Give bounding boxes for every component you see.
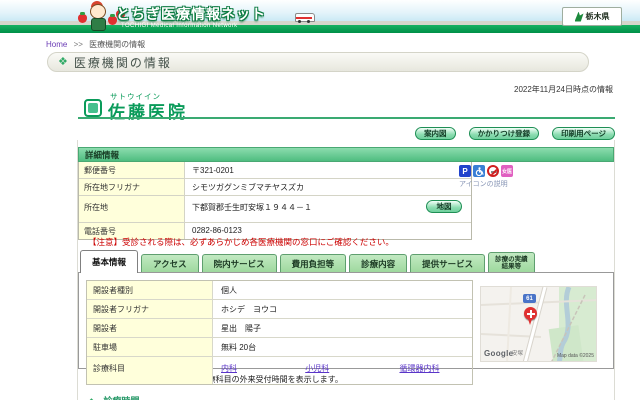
table-row: 所在地 下都賀郡壬生町安塚１９４４－１ 地図 [79,195,471,222]
breadcrumb-current: 医療機関の情報 [89,40,146,49]
row-label: 開設者種別 [87,281,213,299]
mascot-face [90,4,106,19]
tab-costs[interactable]: 費用負担等 [279,254,347,273]
pref-bird-icon [574,11,584,22]
map-place-label: 安塚 [512,351,524,357]
mascot-body [91,18,106,31]
info-date: 2022年11月24日時点の情報 [514,85,613,94]
tochigi-pref-logo[interactable]: 栃木県 [562,7,622,26]
site-banner: とちぎ医療情報ネット TOCHIGI Medical Information N… [0,0,640,33]
row-value: 星出 陽子 [221,324,261,333]
notice-text: 【注意】受診される際は、必ずあらかじめ各医療機関の窓口にご確認ください。 [88,237,394,247]
action-buttons: 案内図 かかりつけ登録 印刷用ページ [78,127,615,141]
family-doctor-register-button[interactable]: かかりつけ登録 [468,127,540,140]
row-value: 無料 20台 [221,343,257,352]
female-doctor-icon: 女医 [501,165,513,177]
clinic-bullet-icon [84,99,102,117]
tab-in-hospital-services[interactable]: 院内サービス [201,254,277,273]
divider [78,117,615,119]
table-row: 郵便番号 〒321-0201 [79,162,471,178]
table-row: 駐車場 無料 20台 [87,337,472,356]
ambulance-icon [295,13,315,23]
row-label: 開設者フリガナ [87,300,213,318]
row-value: 下都賀郡壬生町安塚１９４４－１ 地図 [185,196,471,222]
table-row: 所在地フリガナ シモツガグンミブマチヤスズカ [79,178,471,195]
diamond-icon: ◆ [88,396,95,400]
page-title: 医療機関の情報 [73,55,172,70]
route-shield: 61 [523,294,536,303]
detail-table: 郵便番号 〒321-0201 所在地フリガナ シモツガグンミブマチヤスズカ 所在… [78,162,472,240]
table-row: 診療科目 内科 小児科 循環器内科 [87,356,472,384]
breadcrumb: Home >> 医療機関の情報 [46,39,145,50]
tab-medical-content[interactable]: 診療内容 [349,254,408,273]
department-link-cardiology[interactable]: 循環器内科 [399,363,439,374]
diamond-icon: ❖ [58,55,68,68]
row-label: 所在地 [79,196,185,222]
detail-section-header: 詳細情報 [78,147,614,162]
print-page-button[interactable]: 印刷用ページ [552,127,615,140]
map-copyright: Map data ©2025 [556,353,594,359]
site-logo[interactable]: とちぎ医療情報ネット [116,4,266,24]
site-logo-title: とちぎ医療情報ネット [116,6,266,22]
tab-provided-services[interactable]: 提供サービス [410,254,486,273]
google-logo[interactable]: Google [484,349,513,358]
site-logo-subtitle: TOCHIGI Medical Information Network [121,23,238,29]
breadcrumb-home-link[interactable]: Home [46,40,67,49]
no-smoking-icon [487,165,499,177]
row-label: 郵便番号 [79,162,185,178]
clinic-name: 佐藤医院 [108,103,188,122]
row-label: 所在地フリガナ [79,179,185,195]
breadcrumb-separator: >> [73,40,83,49]
tab-bar: 基本情報 アクセス 院内サービス 費用負担等 診療内容 提供サービス 診療の実績… [80,250,535,273]
page-title-bar: ❖ 医療機関の情報 [47,52,589,72]
department-link-internal-medicine[interactable]: 内科 [221,363,303,374]
table-row: 開設者フリガナ ホシデ ヨウコ [87,299,472,318]
row-value: 〒321-0201 [192,166,234,175]
icon-legend-link[interactable]: アイコンの説明 [459,179,539,189]
basic-info-panel: 開設者種別 個人 開設者フリガナ ホシデ ヨウコ 開設者 星出 陽子 駐車場 無… [78,272,614,385]
row-label: 診療科目 [87,357,213,384]
parking-icon: P [459,165,471,177]
row-value: 個人 [221,286,237,295]
basic-info-table: 開設者種別 個人 開設者フリガナ ホシデ ヨウコ 開設者 星出 陽子 駐車場 無… [86,280,473,385]
table-row: 開設者 星出 陽子 [87,318,472,337]
guide-map-button[interactable]: 案内図 [415,127,456,140]
pref-label: 栃木県 [585,12,610,21]
strawberry-icon [78,12,87,23]
row-value: シモツガグンミブマチヤスズカ [192,183,304,192]
tab-access[interactable]: アクセス [141,254,199,273]
map-pin-icon [524,307,538,327]
facility-icon-legend: P 女医 アイコンの説明 [459,165,539,189]
row-label: 駐車場 [87,338,213,356]
tab-basic-info[interactable]: 基本情報 [80,250,139,273]
wheelchair-icon [473,165,485,177]
map-button[interactable]: 地図 [426,200,462,213]
row-value: 内科 小児科 循環器内科 [213,357,472,384]
row-value: ホシデ ヨウコ [221,305,277,314]
tab-results[interactable]: 診療の実績 結果等 [488,252,535,273]
page: とちぎ医療情報ネット TOCHIGI Medical Information N… [0,0,640,400]
table-row: 開設者種別 個人 [87,281,472,299]
map-widget[interactable]: 61 Google 安塚 Map data ©2025 [480,286,597,362]
department-link-pediatrics[interactable]: 小児科 [305,363,397,374]
address-text: 下都賀郡壬生町安塚１９４４－１ [192,203,312,212]
next-section-heading-cutoff: ◆ 診療時間 [88,394,139,400]
row-label: 開設者 [87,319,213,337]
